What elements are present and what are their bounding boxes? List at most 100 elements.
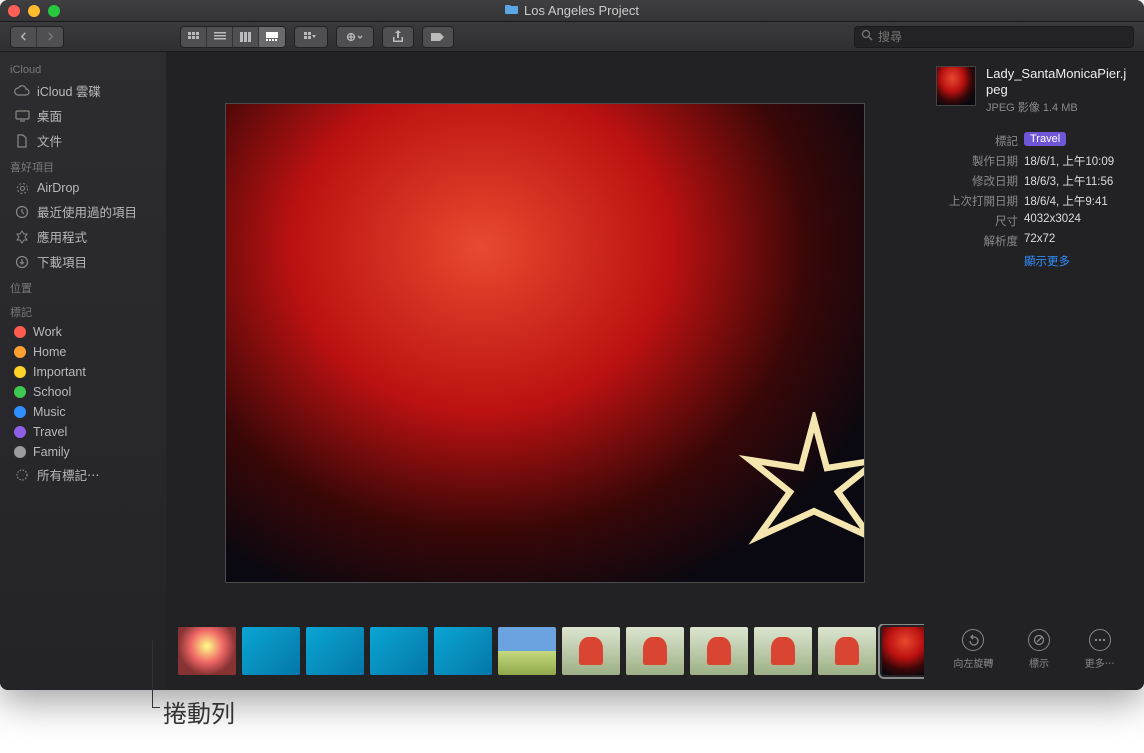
- thumbnail[interactable]: [242, 627, 300, 675]
- tag-dot-icon: [14, 386, 26, 398]
- rotate-icon: [962, 629, 984, 651]
- column-view-button[interactable]: [233, 27, 259, 47]
- icon-view-button[interactable]: [181, 27, 207, 47]
- info-label-tag: 標記: [936, 133, 1018, 149]
- tag-dot-icon: [14, 426, 26, 438]
- all-tags-icon: [14, 467, 30, 483]
- finder-window: Los Angeles Project 搜尋 iCloud: [0, 0, 1144, 690]
- sidebar-item-documents[interactable]: 文件: [0, 128, 166, 153]
- thumbnail-selected[interactable]: [882, 627, 924, 675]
- sidebar-item-downloads[interactable]: 下載項目: [0, 249, 166, 274]
- sidebar-tag-music[interactable]: Music: [0, 402, 166, 422]
- info-label: 修改日期: [936, 173, 1018, 189]
- desktop-icon: [14, 108, 30, 124]
- list-view-button[interactable]: [207, 27, 233, 47]
- view-mode-group: [180, 26, 286, 48]
- search-icon: [861, 29, 873, 44]
- thumbnail[interactable]: [562, 627, 620, 675]
- sidebar-header-icloud: iCloud: [0, 58, 166, 78]
- thumbnail[interactable]: [370, 627, 428, 675]
- tag-dot-icon: [14, 446, 26, 458]
- titlebar[interactable]: Los Angeles Project: [0, 0, 1144, 22]
- sidebar-item-desktop[interactable]: 桌面: [0, 103, 166, 128]
- sidebar-tag-school[interactable]: School: [0, 382, 166, 402]
- sidebar-item-recents[interactable]: 最近使用過的項目: [0, 199, 166, 224]
- sidebar-item-airdrop[interactable]: AirDrop: [0, 177, 166, 199]
- share-button[interactable]: [382, 26, 414, 48]
- close-button[interactable]: [8, 5, 20, 17]
- thumbnail[interactable]: [306, 627, 364, 675]
- thumbnail[interactable]: [626, 627, 684, 675]
- sidebar-tag-family[interactable]: Family: [0, 442, 166, 462]
- sidebar-header-locations: 位置: [0, 274, 166, 298]
- rotate-left-action[interactable]: 向左旋轉: [953, 629, 993, 670]
- main-content: [166, 52, 924, 690]
- thumbnail-strip[interactable]: [166, 624, 924, 690]
- info-panel: Lady_SantaMonicaPier.jpeg JPEG 影像 1.4 MB…: [924, 52, 1144, 690]
- tag-dot-icon: [14, 406, 26, 418]
- callout-label: 捲動列: [163, 694, 235, 729]
- show-more-link[interactable]: 顯示更多: [1024, 253, 1132, 269]
- sidebar-header-favorites: 喜好項目: [0, 153, 166, 177]
- airdrop-icon: [14, 180, 30, 196]
- sidebar-item-icloud-drive[interactable]: iCloud 雲碟: [0, 78, 166, 103]
- quick-actions: 向左旋轉 標示 更多⋯: [936, 609, 1132, 676]
- sidebar-tag-home[interactable]: Home: [0, 342, 166, 362]
- info-value: 18/6/1, 上午10:09: [1024, 153, 1132, 169]
- tag-badge[interactable]: Travel: [1024, 132, 1066, 146]
- action-menu-button[interactable]: [337, 27, 373, 47]
- sidebar-header-tags: 標記: [0, 298, 166, 322]
- star-decoration-icon: [734, 412, 865, 572]
- markup-action[interactable]: 標示: [1028, 629, 1050, 670]
- arrange-button[interactable]: [295, 27, 327, 47]
- info-label: 尺寸: [936, 213, 1018, 229]
- thumbnail[interactable]: [818, 627, 876, 675]
- file-name: Lady_SantaMonicaPier.jpeg: [986, 66, 1132, 97]
- action-group[interactable]: [336, 26, 374, 48]
- zoom-button[interactable]: [48, 5, 60, 17]
- tags-button[interactable]: [422, 26, 454, 48]
- search-field[interactable]: 搜尋: [854, 26, 1134, 48]
- download-icon: [14, 254, 30, 270]
- sidebar-item-applications[interactable]: 應用程式: [0, 224, 166, 249]
- gallery-view-button[interactable]: [259, 27, 285, 47]
- minimize-button[interactable]: [28, 5, 40, 17]
- info-thumbnail: [936, 66, 976, 106]
- nav-buttons: [10, 26, 64, 48]
- doc-icon: [14, 133, 30, 149]
- toolbar: 搜尋: [0, 22, 1144, 52]
- info-label: 上次打開日期: [936, 193, 1018, 209]
- file-kind-size: JPEG 影像 1.4 MB: [986, 99, 1132, 115]
- window-title: Los Angeles Project: [505, 3, 639, 18]
- sidebar: iCloud iCloud 雲碟 桌面 文件 喜好項目 AirDrop 最近使用…: [0, 52, 166, 690]
- thumbnail[interactable]: [178, 627, 236, 675]
- info-value: 18/6/4, 上午9:41: [1024, 193, 1132, 209]
- info-value: 18/6/3, 上午11:56: [1024, 173, 1132, 189]
- callout-connector: [152, 707, 160, 708]
- markup-icon: [1028, 629, 1050, 651]
- clock-icon: [14, 204, 30, 220]
- sidebar-all-tags[interactable]: 所有標記⋯: [0, 462, 166, 487]
- sidebar-tag-work[interactable]: Work: [0, 322, 166, 342]
- back-button[interactable]: [11, 27, 37, 47]
- sidebar-tag-travel[interactable]: Travel: [0, 422, 166, 442]
- more-action[interactable]: 更多⋯: [1085, 629, 1115, 670]
- forward-button[interactable]: [37, 27, 63, 47]
- folder-icon: [505, 3, 519, 18]
- more-icon: [1089, 629, 1111, 651]
- thumbnail[interactable]: [754, 627, 812, 675]
- info-label: 製作日期: [936, 153, 1018, 169]
- tag-dot-icon: [14, 326, 26, 338]
- cloud-icon: [14, 83, 30, 99]
- window-title-text: Los Angeles Project: [524, 3, 639, 18]
- thumbnail[interactable]: [498, 627, 556, 675]
- tag-dot-icon: [14, 366, 26, 378]
- search-placeholder: 搜尋: [878, 28, 902, 45]
- preview-image[interactable]: [225, 103, 865, 583]
- traffic-lights: [8, 5, 60, 17]
- sidebar-tag-important[interactable]: Important: [0, 362, 166, 382]
- thumbnail[interactable]: [434, 627, 492, 675]
- callout-connector: [152, 640, 153, 708]
- thumbnail[interactable]: [690, 627, 748, 675]
- arrange-group[interactable]: [294, 26, 328, 48]
